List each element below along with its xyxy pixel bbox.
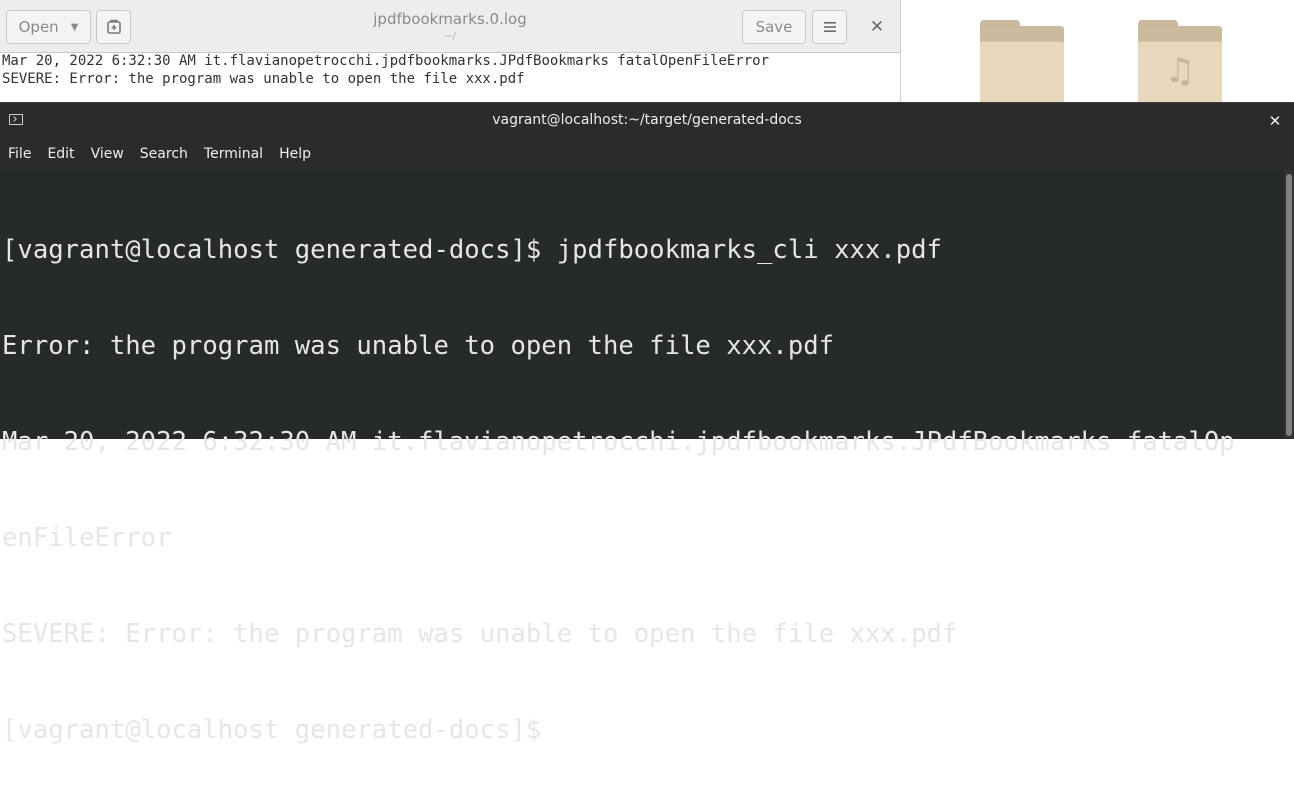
- editor-headerbar: Open ▼ jpdfbookmarks.0.log ~/ Save ✕: [0, 0, 900, 53]
- terminal-scrollbar[interactable]: [1284, 170, 1294, 439]
- save-button[interactable]: Save: [742, 10, 806, 44]
- editor-text-area[interactable]: Mar 20, 2022 6:32:30 AM it.flavianopetro…: [2, 52, 769, 88]
- menu-edit[interactable]: Edit: [39, 146, 82, 162]
- open-button[interactable]: Open ▼: [6, 10, 91, 44]
- menu-help[interactable]: Help: [271, 146, 319, 162]
- music-note-icon: ♫: [1164, 51, 1196, 91]
- desktop: ♫: [900, 0, 1294, 102]
- editor-subtitle: ~/: [444, 31, 456, 42]
- terminal-titlebar: vagrant@localhost:~/target/generated-doc…: [0, 102, 1294, 139]
- new-document-icon: [106, 19, 121, 34]
- terminal-window: vagrant@localhost:~/target/generated-doc…: [0, 102, 1294, 745]
- editor-line: SEVERE: Error: the program was unable to…: [2, 71, 525, 87]
- menu-search[interactable]: Search: [132, 146, 196, 162]
- new-document-button[interactable]: [96, 10, 131, 44]
- music-folder-icon[interactable]: ♫: [1138, 20, 1222, 102]
- chevron-down-icon: ▼: [70, 21, 79, 33]
- close-icon[interactable]: ✕: [860, 12, 894, 42]
- open-button-label: Open: [18, 18, 59, 36]
- menu-terminal[interactable]: Terminal: [196, 146, 271, 162]
- menu-file[interactable]: File: [0, 146, 39, 162]
- hamburger-icon: [823, 22, 836, 32]
- terminal-menubar: File Edit View Search Terminal Help: [0, 138, 1294, 170]
- terminal-output[interactable]: [vagrant@localhost generated-docs]$ jpdf…: [0, 170, 1294, 745]
- hamburger-menu-button[interactable]: [812, 10, 847, 44]
- editor-line: Mar 20, 2022 6:32:30 AM it.flavianopetro…: [2, 53, 770, 69]
- terminal-title: vagrant@localhost:~/target/generated-doc…: [492, 112, 802, 128]
- terminal-line: SEVERE: Error: the program was unable to…: [2, 619, 958, 649]
- menu-view[interactable]: View: [83, 146, 132, 162]
- terminal-line: enFileError: [2, 523, 172, 553]
- scrollbar-thumb[interactable]: [1286, 174, 1292, 436]
- editor-title: jpdfbookmarks.0.log: [373, 10, 527, 28]
- text-editor-window: Open ▼ jpdfbookmarks.0.log ~/ Save ✕ Mar…: [0, 0, 901, 102]
- close-icon[interactable]: ✕: [1264, 110, 1286, 132]
- terminal-line: Mar 20, 2022 6:32:30 AM it.flavianopetro…: [2, 427, 1235, 457]
- folder-icon[interactable]: [980, 20, 1064, 102]
- terminal-line: Error: the program was unable to open th…: [2, 331, 835, 361]
- terminal-prompt: [vagrant@localhost generated-docs]$: [2, 715, 542, 745]
- terminal-line: [vagrant@localhost generated-docs]$ jpdf…: [2, 235, 942, 265]
